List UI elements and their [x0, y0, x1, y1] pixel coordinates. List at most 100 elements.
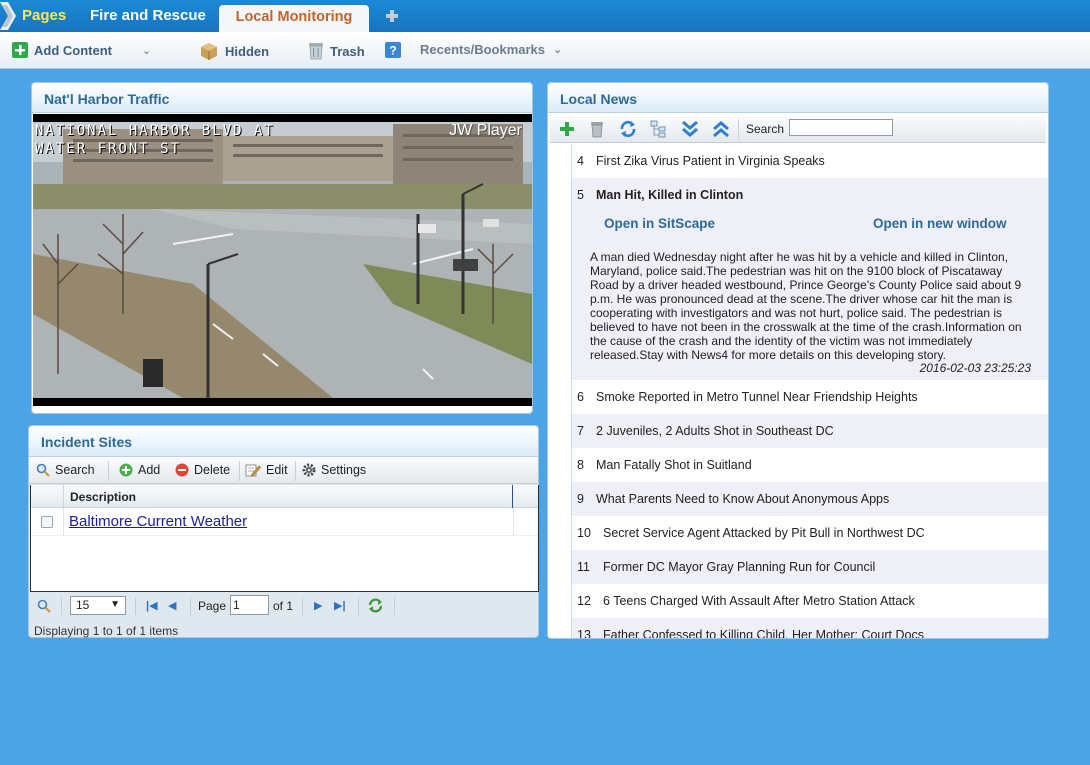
news-search-input[interactable]: [789, 119, 893, 136]
chevron-down-icon[interactable]: ⌄: [142, 44, 151, 57]
news-panel-title: Local News: [548, 83, 1048, 113]
toolbar-separator: [239, 461, 240, 481]
open-in-sitscape-link[interactable]: Open in SitScape: [604, 216, 715, 231]
toolbar-separator: [738, 119, 739, 139]
expand-all-icon[interactable]: [681, 120, 699, 138]
search-icon: [36, 463, 50, 477]
prev-page-icon[interactable]: ◀: [168, 599, 176, 612]
camera-location-label: NATIONAL HARBOR BLVD AT WATER FRONT ST: [35, 123, 275, 157]
caret-down-icon: ▼: [110, 599, 120, 610]
toolbar-separator: [295, 461, 296, 481]
gear-icon: [302, 463, 316, 477]
news-toolbar: Search: [550, 115, 1046, 143]
page-count-label: of 1: [273, 599, 294, 613]
settings-label: Settings: [321, 463, 367, 477]
hidden-button[interactable]: Hidden: [199, 42, 269, 60]
chevron-down-icon: ⌄: [553, 44, 563, 56]
delete-button[interactable]: Delete: [175, 463, 230, 477]
page-size-select[interactable]: 15 ▼: [70, 596, 126, 615]
refresh-icon[interactable]: [367, 597, 384, 614]
pager-separator: [394, 597, 395, 615]
grid-pager: 15 ▼ |◀ ◀ Page 1 of 1 ▶ ▶|: [30, 593, 539, 619]
news-item[interactable]: 72 Juveniles, 2 Adults Shot in Southeast…: [572, 414, 1048, 448]
table-row: Baltimore Current Weather: [31, 508, 538, 536]
add-icon[interactable]: [558, 120, 576, 138]
edit-button[interactable]: Edit: [245, 463, 288, 477]
next-page-icon[interactable]: ▶: [314, 599, 322, 612]
incident-site-link[interactable]: Baltimore Current Weather: [69, 513, 247, 530]
page-size-value: 15: [76, 598, 90, 612]
tab-local-monitoring[interactable]: Local Monitoring: [219, 5, 369, 32]
news-item-expanded[interactable]: 5 Man Hit, Killed in Clinton Open in SitS…: [572, 178, 1048, 380]
news-item[interactable]: 10 Secret Service Agent Attacked by Pit B…: [572, 516, 1048, 550]
news-search-label: Search: [746, 122, 785, 136]
pages-arrow-icon[interactable]: [0, 2, 16, 30]
delete-label: Delete: [194, 463, 231, 477]
hidden-label: Hidden: [225, 43, 270, 59]
plus-icon: [12, 42, 28, 58]
expanded-news-title: 5 Man Hit, Killed in Clinton: [577, 188, 744, 202]
main-toolbar: Add Content ⌄ Hidden Trash ? Recents/Boo…: [0, 32, 1090, 69]
refresh-icon[interactable]: [619, 120, 637, 138]
add-icon: [119, 463, 133, 477]
settings-button[interactable]: Settings: [302, 463, 366, 477]
news-item[interactable]: 13 Father Confessed to Killing Child, Her…: [572, 618, 1048, 638]
traffic-video-player[interactable]: NATIONAL HARBOR BLVD AT WATER FRONT ST J…: [33, 114, 532, 406]
news-item[interactable]: 12 6 Teens Charged With Assault After Met…: [572, 584, 1048, 618]
news-item[interactable]: 9 What Parents Need to Know About Anonymo…: [572, 482, 1048, 516]
news-item[interactable]: 6 Smoke Reported in Metro Tunnel Near Fri…: [572, 380, 1048, 414]
pager-separator: [61, 597, 62, 615]
help-icon[interactable]: ?: [385, 42, 401, 58]
tree-structure-icon[interactable]: [650, 120, 668, 138]
svg-text:?: ?: [389, 44, 396, 58]
search-icon[interactable]: [37, 599, 51, 613]
traffic-panel: Nat'l Harbor Traffic NATIONAL HARBOR BLV…: [31, 82, 533, 414]
page-label: Page: [198, 599, 227, 613]
pager-separator: [358, 597, 359, 615]
add-tab-icon[interactable]: [385, 9, 399, 23]
pages-label[interactable]: Pages: [22, 7, 66, 24]
tab-fire-and-rescue[interactable]: Fire and Rescue: [90, 7, 206, 24]
column-header-description[interactable]: Description: [63, 485, 513, 508]
pager-separator: [190, 597, 191, 615]
trash-icon: [309, 43, 323, 60]
search-button[interactable]: Search: [36, 463, 95, 477]
add-content-button[interactable]: Add Content: [12, 42, 112, 58]
news-article-body: A man died Wednesday night after he was …: [590, 250, 1022, 362]
open-in-new-window-link[interactable]: Open in new window: [873, 216, 1007, 231]
column-divider: [513, 508, 514, 536]
news-item[interactable]: 4 First Zika Virus Patient in Virginia Sp…: [572, 144, 1048, 178]
news-item[interactable]: 11 Former DC Mayor Gray Planning Run for …: [572, 550, 1048, 584]
trash-icon[interactable]: [588, 120, 606, 138]
news-item[interactable]: 8 Man Fatally Shot in Suitland: [572, 448, 1048, 482]
toolbar-separator: [108, 461, 109, 481]
search-label: Search: [55, 463, 95, 477]
trash-button[interactable]: Trash: [308, 42, 365, 60]
recents-bookmarks-menu[interactable]: Recents/Bookmarks ⌄: [420, 42, 562, 57]
incident-sites-panel: Incident Sites Search Add Delete Edit Se…: [28, 425, 539, 638]
column-divider: [63, 508, 64, 536]
edit-label: Edit: [266, 463, 288, 477]
news-timestamp: 2016-02-03 23:25:23: [919, 361, 1031, 375]
page-number-input[interactable]: 1: [230, 595, 269, 615]
edit-icon: [245, 464, 261, 477]
pager-separator: [135, 597, 136, 615]
delete-icon: [175, 463, 189, 477]
box-icon: [201, 43, 217, 60]
incident-panel-title: Incident Sites: [29, 426, 538, 457]
player-brand-label: JW Player: [449, 122, 522, 139]
incident-grid: Description Baltimore Current Weather: [30, 485, 539, 592]
collapse-all-icon[interactable]: [712, 120, 730, 138]
news-list: 4 First Zika Virus Patient in Virginia Sp…: [571, 144, 1048, 638]
grid-header: Description: [31, 485, 538, 508]
display-info: Displaying 1 to 1 of 1 items: [34, 624, 179, 638]
add-label: Add: [138, 463, 161, 477]
last-page-icon[interactable]: ▶|: [334, 599, 346, 612]
first-page-icon[interactable]: |◀: [146, 599, 158, 612]
add-content-label: Add Content: [34, 42, 112, 58]
row-checkbox[interactable]: [41, 516, 53, 528]
local-news-panel: Local News Search 4 First Zika Virus Pat…: [547, 82, 1049, 639]
pager-separator: [302, 597, 303, 615]
add-button[interactable]: Add: [119, 463, 160, 477]
trash-label: Trash: [330, 43, 365, 59]
